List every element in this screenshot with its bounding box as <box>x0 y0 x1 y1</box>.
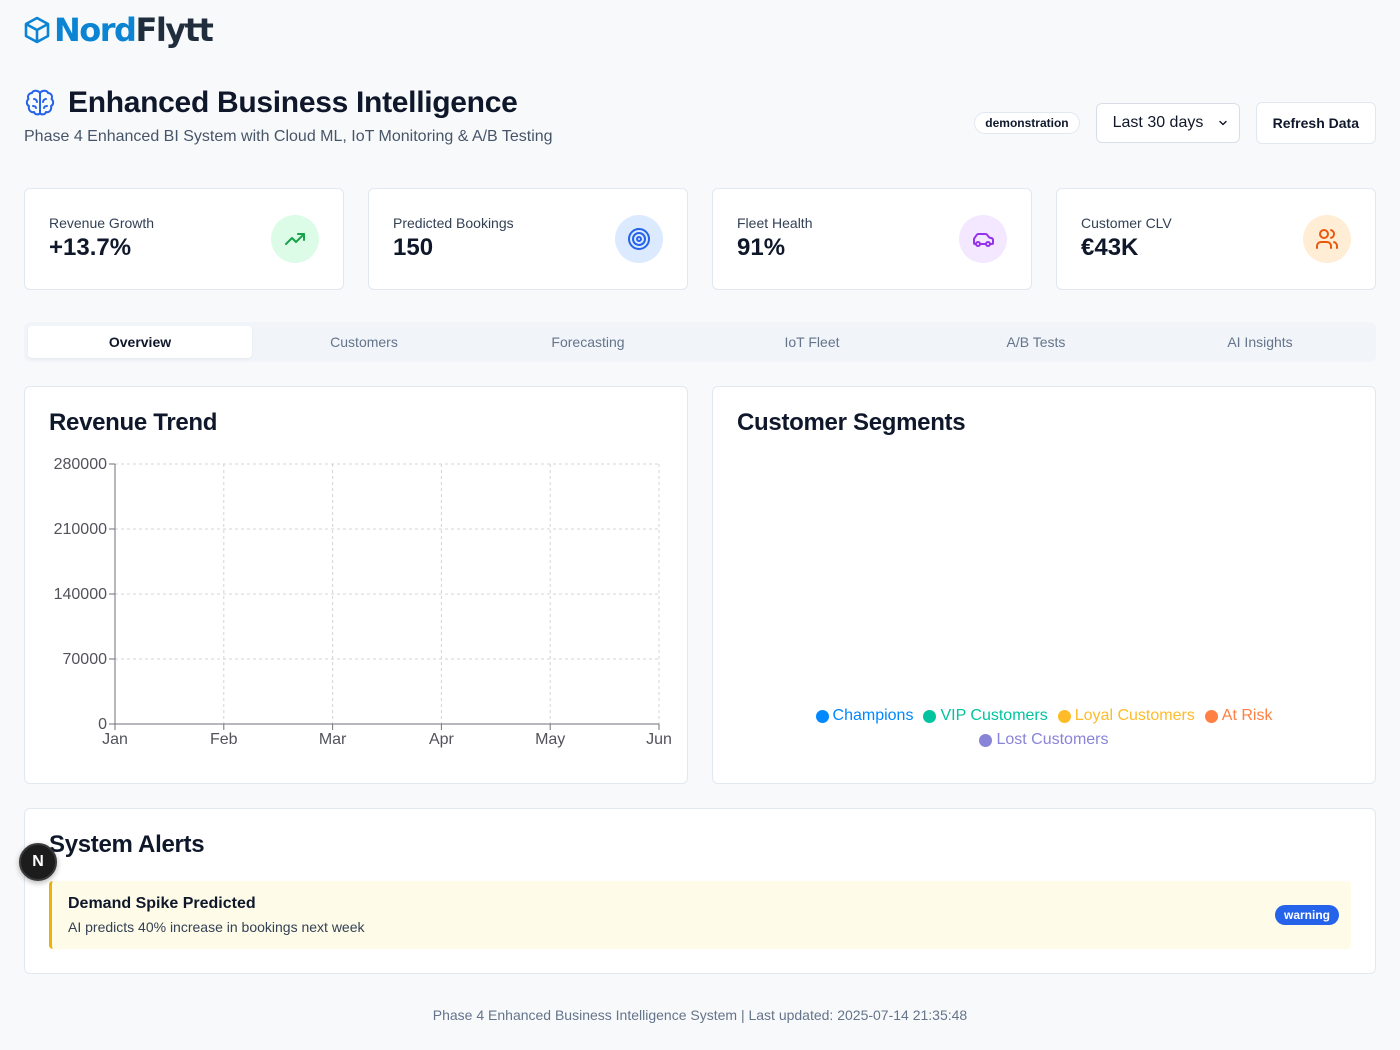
tab-overview[interactable]: Overview <box>28 326 252 358</box>
x-tick-label: Mar <box>319 731 347 748</box>
footer-text: Phase 4 Enhanced Business Intelligence S… <box>432 1007 968 1023</box>
page-title: Enhanced Business Intelligence <box>68 86 518 119</box>
brain-icon <box>25 89 55 116</box>
brand-name-flytt: Flytt <box>135 11 213 49</box>
mode-badge: demonstration <box>974 112 1080 134</box>
alert-item: Demand Spike Predicted AI predicts 40% i… <box>49 881 1351 949</box>
x-tick-label: May <box>535 731 565 748</box>
legend-label: At Risk <box>1221 707 1273 724</box>
page-header: Enhanced Business Intelligence Phase 4 E… <box>24 86 1376 166</box>
system-alerts-title: System Alerts <box>49 831 205 858</box>
chevron-down-icon <box>1218 120 1227 126</box>
legend-dot <box>923 709 937 723</box>
legend-label: Loyal Customers <box>1074 707 1195 724</box>
kpi-card-predicted-bookings: Predicted Bookings 150 <box>368 188 688 290</box>
box-icon <box>24 16 50 44</box>
target-icon <box>615 215 663 263</box>
y-tick-label: 70000 <box>63 651 108 668</box>
alert-title: Demand Spike Predicted <box>68 895 256 912</box>
tab-iot-fleet[interactable]: IoT Fleet <box>700 326 924 358</box>
kpi-card-fleet-health: Fleet Health 91% <box>712 188 1032 290</box>
trending-up-icon <box>271 215 319 263</box>
kpi-card-customer-clv: Customer CLV €43K <box>1056 188 1376 290</box>
kpi-card-revenue-growth: Revenue Growth +13.7% <box>24 188 344 290</box>
tab-ai-insights[interactable]: AI Insights <box>1148 326 1372 358</box>
x-tick-label: Jan <box>102 731 128 748</box>
legend-item-loyal-customers[interactable]: Loyal Customers <box>1057 707 1195 725</box>
x-tick-label: Jun <box>646 731 672 748</box>
legend-dot <box>1204 709 1218 723</box>
x-tick-label: Feb <box>210 731 238 748</box>
y-tick-label: 140000 <box>54 586 107 603</box>
legend-item-at-risk[interactable]: At Risk <box>1204 707 1273 725</box>
system-alerts-card: System Alerts Demand Spike Predicted AI … <box>24 808 1376 974</box>
customer-segments-title: Customer Segments <box>737 409 966 436</box>
brand-logo[interactable]: NordFlytt <box>24 11 214 49</box>
legend-dot <box>979 733 993 747</box>
date-range-select[interactable]: Last 30 days <box>1095 103 1240 143</box>
kpi-row: Revenue Growth +13.7% Predicted Bookings… <box>24 188 1376 290</box>
revenue-trend-chart[interactable]: 070000140000210000280000Jan Feb Mar Apr May J… <box>25 387 689 785</box>
y-tick-label: 210000 <box>54 521 107 538</box>
dev-tools-indicator[interactable]: N <box>19 843 57 881</box>
legend-label: VIP Customers <box>940 707 1048 724</box>
revenue-trend-card: Revenue Trend 0 70000 140000 210000 280000 Ja… <box>24 386 688 784</box>
tab-ab-tests[interactable]: A/B Tests <box>924 326 1148 358</box>
legend-label: Lost Customers <box>996 731 1109 748</box>
alert-level-badge: warning <box>1274 905 1339 925</box>
tab-forecasting[interactable]: Forecasting <box>476 326 700 358</box>
legend-label: Champions <box>832 707 914 724</box>
car-icon <box>959 215 1007 263</box>
y-tick-label: 280000 <box>54 456 107 473</box>
tab-bar: Overview Customers Forecasting IoT Fleet… <box>24 322 1376 362</box>
date-range-value: Last 30 days <box>1112 114 1204 131</box>
x-tick-label: Apr <box>429 731 455 748</box>
tab-customers[interactable]: Customers <box>252 326 476 358</box>
customer-segments-card: Customer Segments Champions VIP Customer… <box>712 386 1376 784</box>
legend-item-champions[interactable]: Champions <box>815 707 914 725</box>
brand-name-nord: Nord <box>54 11 137 49</box>
refresh-data-button[interactable]: Refresh Data <box>1255 102 1376 144</box>
legend-item-lost-customers[interactable]: Lost Customers <box>979 731 1109 749</box>
legend-dot <box>815 709 829 723</box>
legend-dot <box>1057 709 1071 723</box>
segments-legend: Champions VIP Customers Loyal Customers … <box>713 707 1375 749</box>
legend-item-vip-customers[interactable]: VIP Customers <box>923 707 1048 725</box>
alert-message: AI predicts 40% increase in bookings nex… <box>68 919 365 935</box>
users-icon <box>1303 215 1351 263</box>
